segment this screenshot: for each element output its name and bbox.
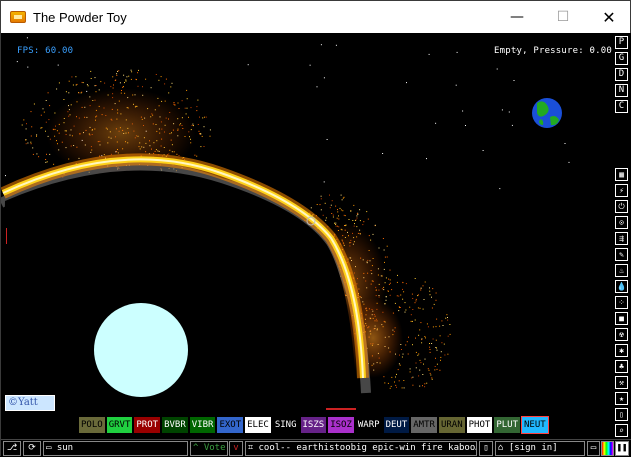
simulation-scene xyxy=(1,37,593,411)
vote-label: Vote xyxy=(203,443,226,453)
tags-field[interactable]: ⌗ cool-- earthistoobig epic-win fire kab… xyxy=(245,441,477,456)
thumb-up-icon: ^ xyxy=(193,443,204,453)
right-toolbar: P G D N C ▦ ⚡ ⏻ ⊙ ⇶ ✎ ♨ 💧 ⁘ ■ ☢ ✱ ♣ ⚒ ★ ▯ ⌕ xyxy=(614,33,631,439)
force-icon[interactable]: ⇶ xyxy=(615,232,628,245)
pause-button[interactable]: ❚❚ xyxy=(615,441,629,456)
save-name-label: sun xyxy=(56,443,74,453)
tag-icon: ⌗ xyxy=(248,443,259,453)
minimize-button[interactable]: — xyxy=(494,1,540,33)
element-phot[interactable]: PHOT xyxy=(466,417,493,433)
mode-button-n[interactable]: N xyxy=(615,84,628,97)
walls-icon[interactable]: ▦ xyxy=(615,168,628,181)
solids-icon[interactable]: ■ xyxy=(615,312,628,325)
element-prot[interactable]: PROT xyxy=(134,417,161,433)
window-title: The Powder Toy xyxy=(33,9,127,25)
special-icon[interactable]: ✱ xyxy=(615,344,628,357)
element-isoz[interactable]: ISOZ xyxy=(328,417,354,433)
element-grvt[interactable]: GRVT xyxy=(106,417,133,433)
electronics-icon[interactable]: ⚡ xyxy=(615,184,628,197)
element-iszs[interactable]: ISZS xyxy=(300,417,327,433)
element-polo[interactable]: POLO xyxy=(79,417,105,433)
simulation-canvas[interactable]: FPS: 60.00 Empty, Pressure: 0.00 ©Yatt xyxy=(1,33,613,411)
user-icon: ⌂ xyxy=(498,443,509,453)
element-palette: POLO GRVT PROT BVBR VIBR EXOT ELEC SING ISZS ISOZ… xyxy=(79,416,550,434)
pressure-readout: Empty, Pressure: 0.00 xyxy=(494,46,612,56)
save-icon: ▭ xyxy=(46,443,57,453)
sign-in-label: [sign in] xyxy=(508,443,558,453)
element-bvbr[interactable]: BVBR xyxy=(162,417,188,433)
title-bar: The Powder Toy — ☐ ✕ xyxy=(1,1,630,33)
render-options-button[interactable] xyxy=(601,441,614,456)
element-amtr[interactable]: AMTR xyxy=(411,417,437,433)
tools-icon[interactable]: ⚒ xyxy=(615,376,628,389)
vote-down-button[interactable]: v xyxy=(229,441,243,456)
sign-in-button[interactable]: ⌂ [sign in] xyxy=(495,441,585,456)
search-icon[interactable]: ⌕ xyxy=(615,424,628,437)
report-button[interactable]: ▯ xyxy=(479,441,493,456)
fps-counter: FPS: 60.00 xyxy=(17,46,74,56)
decoration-icon[interactable]: ▯ xyxy=(615,408,628,421)
element-exot[interactable]: EXOT xyxy=(217,417,244,433)
mode-button-p[interactable]: P xyxy=(615,36,628,49)
favorites-icon[interactable]: ★ xyxy=(615,392,628,405)
app-window: The Powder Toy — ☐ ✕ FPS: 60.00 Empty, P… xyxy=(0,0,631,457)
element-warp[interactable]: WARP xyxy=(355,417,382,433)
element-plut[interactable]: PLUT xyxy=(494,417,520,433)
signature-logo: ©Yatt xyxy=(5,395,55,411)
vote-up-button[interactable]: ^ Vote xyxy=(190,441,228,456)
powders-icon[interactable]: ⁘ xyxy=(615,296,628,309)
reload-button[interactable]: ⟳ xyxy=(23,441,41,456)
life-icon[interactable]: ♣ xyxy=(615,360,628,373)
powered-icon[interactable]: ⏻ xyxy=(615,200,628,213)
mode-button-c[interactable]: C xyxy=(615,100,628,113)
moon-circle xyxy=(94,303,188,397)
earth-icon xyxy=(532,98,562,128)
save-name-field[interactable]: ▭ sun xyxy=(43,441,188,456)
gases-icon[interactable]: ♨ xyxy=(615,264,628,277)
mode-button-d[interactable]: D xyxy=(615,68,628,81)
tags-label: cool-- earthistoobig epic-win fire kaboo… xyxy=(258,443,477,453)
maximize-button[interactable]: ☐ xyxy=(540,1,586,33)
element-vibr[interactable]: VIBR xyxy=(189,417,216,433)
element-elec[interactable]: ELEC xyxy=(245,417,271,433)
sensors-icon[interactable]: ⊙ xyxy=(615,216,628,229)
powder-toy-app-icon xyxy=(10,11,26,23)
liquids-icon[interactable]: 💧 xyxy=(615,280,628,293)
element-sing[interactable]: SING xyxy=(272,417,299,433)
explosives-icon[interactable]: ✎ xyxy=(615,248,628,261)
clear-button[interactable]: ▭ xyxy=(587,441,600,456)
open-save-button[interactable]: ⎇ xyxy=(3,441,21,456)
bottom-bar: ⎇ ⟳ ▭ sun ^ Vote v ⌗ cool-- earthistoobi… xyxy=(1,439,631,457)
mode-button-g[interactable]: G xyxy=(615,52,628,65)
element-uran[interactable]: URAN xyxy=(438,417,465,433)
close-button[interactable]: ✕ xyxy=(586,1,631,33)
element-deut[interactable]: DEUT xyxy=(383,417,410,433)
radioactive-icon[interactable]: ☢ xyxy=(615,328,628,341)
element-neut[interactable]: NEUT xyxy=(521,416,549,434)
